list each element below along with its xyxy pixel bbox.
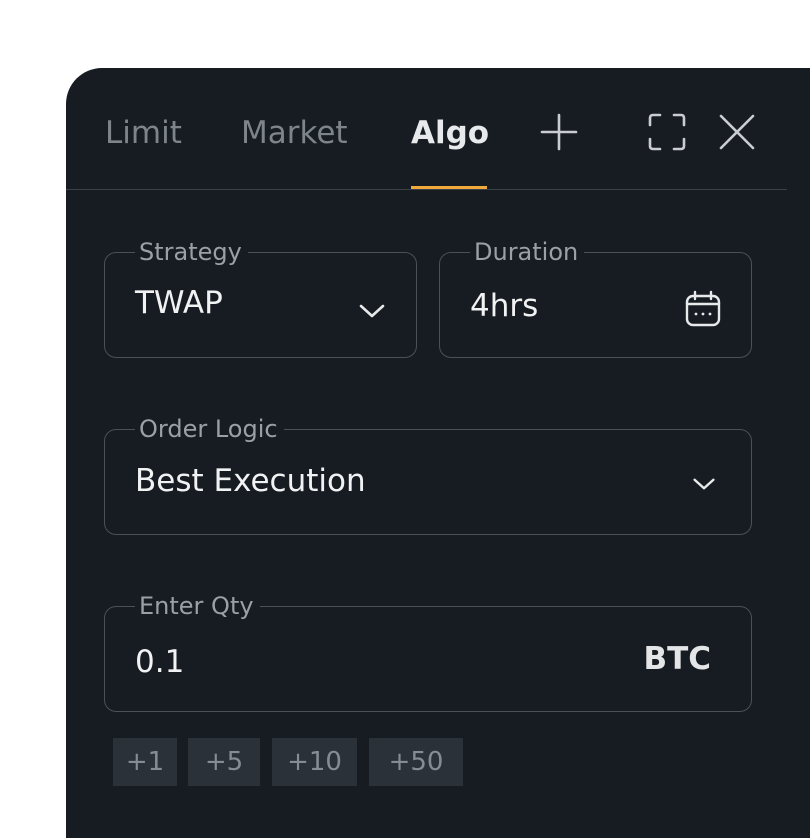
quantity-input[interactable]: Enter Qty 0.1 BTC [104, 591, 752, 712]
quick-add-50-button[interactable]: +50 [369, 738, 463, 786]
active-tab-indicator [411, 186, 487, 189]
tab-market[interactable]: Market [241, 115, 348, 151]
tab-algo[interactable]: Algo [411, 115, 489, 151]
order-type-tabs: Limit Market Algo [66, 68, 787, 190]
calendar-icon[interactable] [684, 290, 722, 328]
quick-add-5-button[interactable]: +5 [188, 738, 260, 786]
quick-add-10-button[interactable]: +10 [272, 738, 357, 786]
order-logic-select[interactable]: Order Logic Best Execution [104, 414, 752, 535]
quantity-unit: BTC [643, 641, 711, 677]
tab-limit[interactable]: Limit [105, 115, 182, 151]
strategy-select[interactable]: Strategy TWAP [104, 237, 417, 358]
strategy-value: TWAP [135, 285, 223, 321]
chevron-down-icon [359, 304, 385, 318]
plus-icon[interactable] [537, 110, 581, 154]
order-logic-label: Order Logic [135, 414, 284, 444]
chevron-down-icon [693, 478, 715, 490]
fullscreen-icon[interactable] [645, 110, 689, 154]
algo-order-panel: Limit Market Algo Strategy TWAP Duration… [66, 68, 810, 838]
quick-add-1-button[interactable]: +1 [113, 738, 177, 786]
duration-picker[interactable]: Duration 4hrs [439, 237, 752, 358]
close-icon[interactable] [715, 110, 759, 154]
duration-value: 4hrs [470, 288, 539, 324]
strategy-label: Strategy [135, 237, 248, 267]
duration-label: Duration [470, 237, 585, 267]
quantity-label: Enter Qty [135, 591, 260, 621]
quantity-value[interactable]: 0.1 [135, 644, 184, 680]
order-logic-value: Best Execution [135, 463, 366, 499]
